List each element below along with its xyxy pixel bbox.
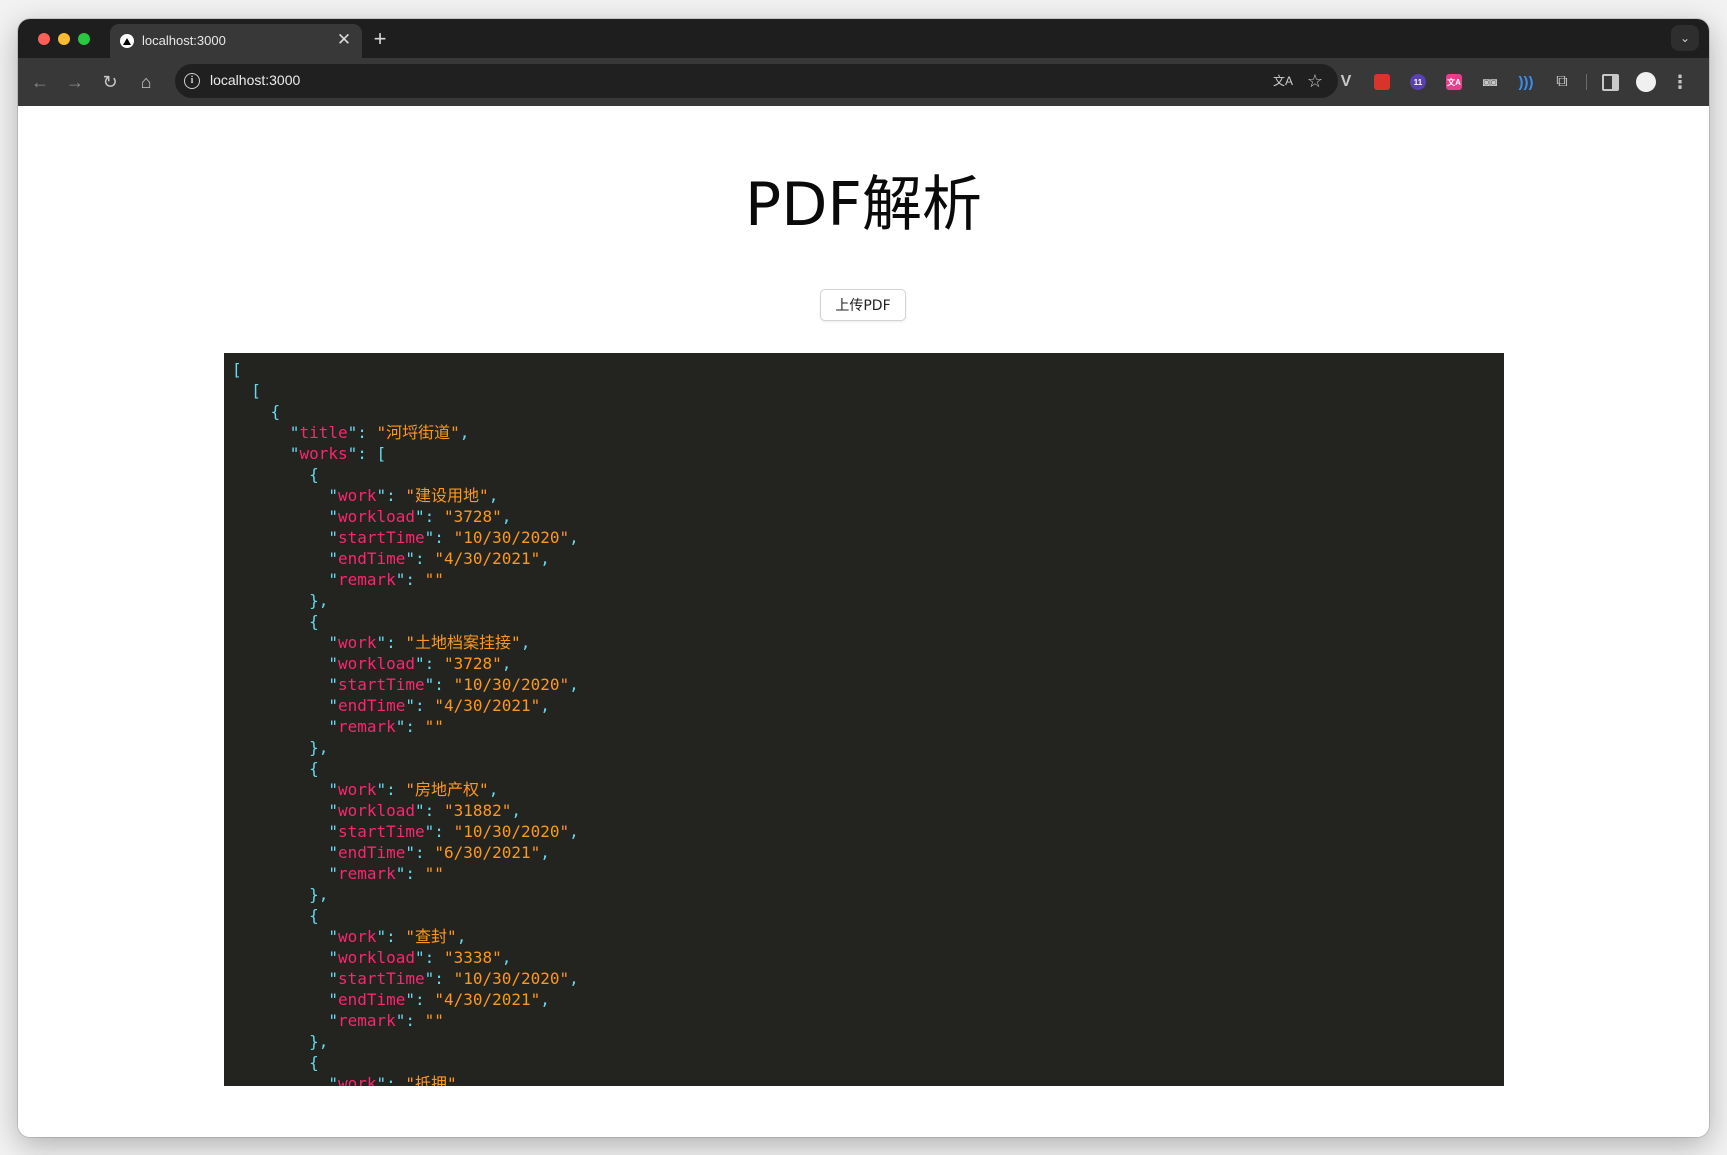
home-icon[interactable]: ⌂ — [134, 70, 158, 94]
nextjs-favicon-icon — [120, 34, 134, 48]
red-extension-icon[interactable] — [1370, 70, 1394, 94]
minimize-window-button[interactable] — [58, 33, 70, 45]
side-panel-icon[interactable] — [1598, 70, 1622, 94]
page-content: PDF解析 上传PDF [ [ { "title": "河埒街道", "work… — [18, 106, 1709, 1137]
audio-extension-icon[interactable]: ))) — [1514, 70, 1538, 94]
browser-menu-icon[interactable]: ⋮ — [1668, 70, 1692, 94]
json-output-panel[interactable]: [ [ { "title": "河埒街道", "works": [ { "wor… — [224, 353, 1504, 1086]
url-text[interactable]: localhost:3000 — [210, 72, 300, 88]
profile-avatar[interactable] — [1634, 70, 1658, 94]
zoom-window-button[interactable] — [78, 33, 90, 45]
tab-close-icon[interactable]: ✕ — [334, 30, 354, 50]
translate-icon[interactable]: 文A — [1272, 70, 1294, 92]
upload-pdf-button[interactable]: 上传PDF — [820, 289, 906, 321]
json-output-text: [ [ { "title": "河埒街道", "works": [ { "wor… — [232, 360, 579, 1086]
site-info-icon[interactable]: i — [184, 73, 200, 89]
new-tab-icon[interactable]: + — [368, 27, 392, 51]
reload-icon[interactable]: ↻ — [98, 70, 122, 94]
extensions-puzzle-icon[interactable]: ⧉ — [1550, 70, 1574, 94]
back-arrow-icon[interactable]: ← — [28, 70, 52, 94]
tab-title: localhost:3000 — [142, 33, 226, 48]
page-title: PDF解析 — [745, 170, 982, 240]
toolbar-divider — [1586, 74, 1587, 90]
forward-arrow-icon[interactable]: → — [63, 70, 87, 94]
vue-devtools-icon[interactable]: V — [1334, 70, 1358, 94]
translate-extension-icon[interactable]: 文A — [1442, 70, 1466, 94]
close-window-button[interactable] — [38, 33, 50, 45]
tab-localhost[interactable]: localhost:3000 ✕ — [110, 24, 362, 58]
address-bar[interactable]: i localhost:3000 文A ☆ — [175, 64, 1338, 98]
browser-window: localhost:3000 ✕ + ⌄ ← → ↻ ⌂ i localhost… — [18, 19, 1709, 1137]
browser-toolbar: ← → ↻ ⌂ i localhost:3000 文A ☆ V 11 文A ◙◙… — [18, 58, 1709, 106]
tab-search-icon[interactable]: ⌄ — [1671, 25, 1699, 51]
purple-extension-icon[interactable]: 11 — [1406, 70, 1430, 94]
tab-strip: localhost:3000 ✕ + ⌄ — [18, 19, 1709, 58]
glasses-extension-icon[interactable]: ◙◙ — [1478, 70, 1502, 94]
bookmark-star-icon[interactable]: ☆ — [1304, 70, 1326, 92]
